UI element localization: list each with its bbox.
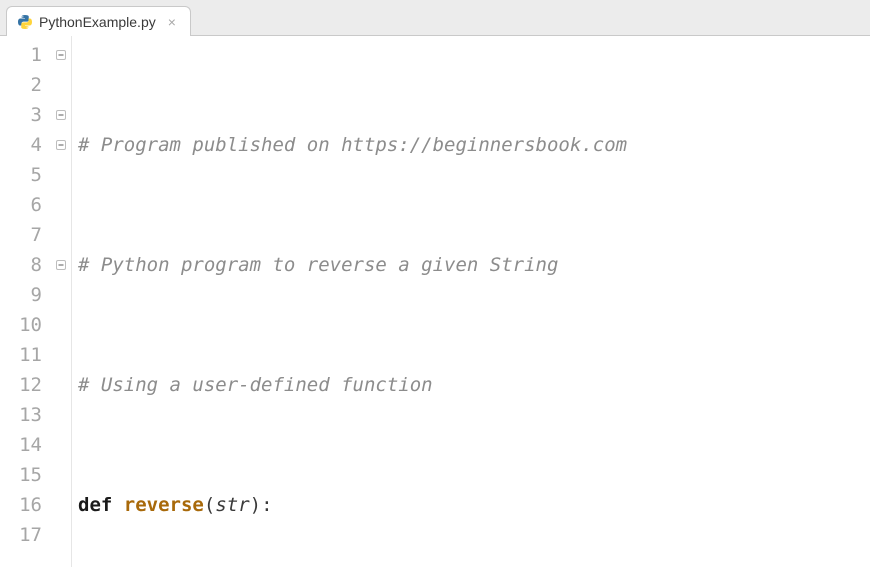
line-number: 12 bbox=[0, 370, 42, 400]
comment: # Program published on https://beginners… bbox=[78, 134, 627, 156]
fold-slot bbox=[50, 490, 71, 520]
fold-slot bbox=[50, 370, 71, 400]
fold-slot bbox=[50, 340, 71, 370]
comment: # Using a user-defined function bbox=[78, 374, 433, 396]
code-area[interactable]: # Program published on https://beginners… bbox=[72, 36, 870, 567]
line-number: 5 bbox=[0, 160, 42, 190]
fold-slot bbox=[50, 310, 71, 340]
paren: ( bbox=[204, 494, 215, 516]
fold-toggle-icon[interactable] bbox=[50, 100, 71, 130]
tab-bar: PythonExample.py × bbox=[0, 0, 870, 36]
line-number: 8 bbox=[0, 250, 42, 280]
fold-slot bbox=[50, 430, 71, 460]
fold-slot bbox=[50, 520, 71, 550]
line-number: 17 bbox=[0, 520, 42, 550]
line-number: 4 bbox=[0, 130, 42, 160]
code-line: # Python program to reverse a given Stri… bbox=[78, 250, 870, 280]
paren-colon: ): bbox=[250, 494, 273, 516]
line-number: 9 bbox=[0, 280, 42, 310]
fold-slot bbox=[50, 70, 71, 100]
fold-toggle-icon[interactable] bbox=[50, 40, 71, 70]
python-file-icon bbox=[17, 14, 33, 30]
code-line: def reverse(str): bbox=[78, 490, 870, 520]
close-tab-icon[interactable]: × bbox=[168, 14, 176, 30]
comment: # Python program to reverse a given Stri… bbox=[78, 254, 558, 276]
fold-slot bbox=[50, 190, 71, 220]
file-tab-label: PythonExample.py bbox=[39, 14, 156, 30]
line-number: 16 bbox=[0, 490, 42, 520]
line-number: 13 bbox=[0, 400, 42, 430]
line-number: 11 bbox=[0, 340, 42, 370]
file-tab[interactable]: PythonExample.py × bbox=[6, 6, 191, 36]
function-name: reverse bbox=[124, 494, 204, 516]
code-line: # Program published on https://beginners… bbox=[78, 130, 870, 160]
code-line: # Using a user-defined function bbox=[78, 370, 870, 400]
line-number: 6 bbox=[0, 190, 42, 220]
line-number: 3 bbox=[0, 100, 42, 130]
fold-toggle-icon[interactable] bbox=[50, 130, 71, 160]
fold-slot bbox=[50, 280, 71, 310]
fold-slot bbox=[50, 160, 71, 190]
code-editor[interactable]: 1234567891011121314151617 # Program publ… bbox=[0, 36, 870, 567]
line-number: 7 bbox=[0, 220, 42, 250]
fold-slot bbox=[50, 220, 71, 250]
line-number: 1 bbox=[0, 40, 42, 70]
fold-strip bbox=[50, 36, 72, 567]
fold-slot bbox=[50, 400, 71, 430]
line-number: 2 bbox=[0, 70, 42, 100]
fold-slot bbox=[50, 460, 71, 490]
line-number: 15 bbox=[0, 460, 42, 490]
line-number-gutter: 1234567891011121314151617 bbox=[0, 36, 50, 567]
parameter: str bbox=[215, 494, 249, 516]
line-number: 10 bbox=[0, 310, 42, 340]
fold-toggle-icon[interactable] bbox=[50, 250, 71, 280]
keyword-def: def bbox=[78, 494, 112, 516]
line-number: 14 bbox=[0, 430, 42, 460]
